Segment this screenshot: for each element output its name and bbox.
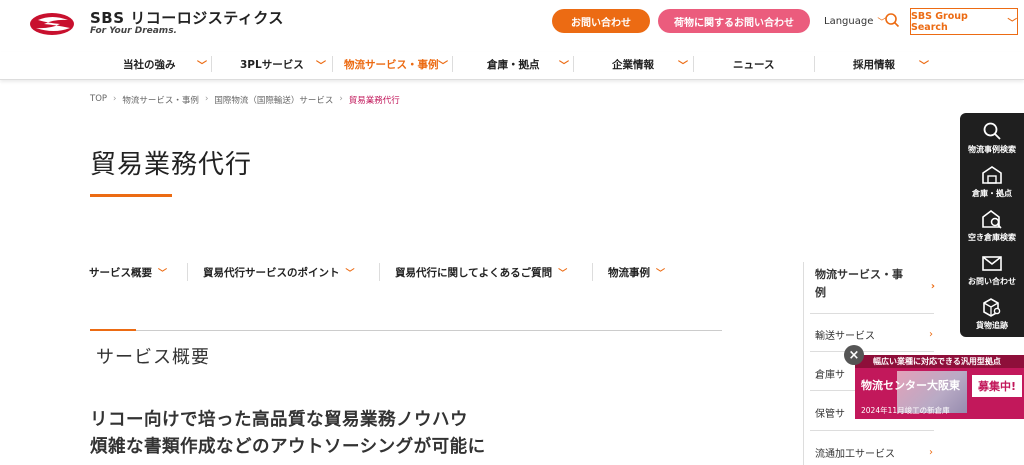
nav-item-careers[interactable]: 採用情報 ﹀ (853, 52, 929, 76)
nav-item-strengths[interactable]: 当社の強み ﹀ (123, 52, 207, 76)
nav-label: 採用情報 (853, 58, 895, 71)
chevron-down-icon: ﹀ (656, 269, 666, 279)
breadcrumb-intl[interactable]: 国際物流（国際輸送）サービス (214, 94, 333, 106)
lead-line-1: リコー向けで培った高品質な貿易業務ノウハウ (90, 410, 468, 430)
section-divider (90, 330, 722, 331)
chevron-down-icon: ﹀ (438, 61, 448, 72)
chevron-down-icon: ﹀ (559, 61, 569, 72)
banner-top-text: 幅広い業種に対応できる汎用型拠点 (855, 355, 1024, 368)
side-menu-label: 保管サ (815, 409, 845, 420)
side-menu-heading-line-2: 例 (815, 286, 826, 299)
nav-item-services[interactable]: 物流サービス・事例 ﹀ (344, 52, 448, 76)
tab-label: 物流事例 (608, 267, 650, 279)
group-search-label: SBS Group Search (911, 10, 968, 33)
chevron-down-icon: ﹀ (345, 269, 355, 279)
chevron-down-icon: ﹀ (197, 61, 207, 72)
title-underline (90, 194, 172, 197)
nav-item-company[interactable]: 企業情報 ﹀ (612, 52, 688, 76)
side-menu-item-transport[interactable]: 輸送サービス › (815, 327, 933, 342)
banner-badge: 募集中! (972, 375, 1022, 397)
chevron-right-icon: › (113, 94, 117, 104)
tab-label: 貿易代行サービスのポイント (203, 267, 340, 279)
side-menu-label: 輸送サービス (815, 331, 875, 342)
breadcrumb: TOP › 物流サービス・事例 › 国際物流（国際輸送）サービス › 貿易業務代… (90, 94, 400, 106)
banner-main-text: 物流センター大阪東 (861, 379, 960, 392)
language-selector[interactable]: Language ﹀ (824, 15, 886, 28)
chevron-right-icon: › (339, 94, 343, 104)
breadcrumb-current: 貿易業務代行 (348, 96, 400, 106)
side-menu-label: 倉庫サ (815, 370, 845, 381)
tab-label: 貿易代行に関してよくあるご質問 (395, 267, 553, 279)
chevron-down-icon: ﹀ (316, 61, 326, 72)
toolbar-contact[interactable]: お問い合わせ (960, 247, 1024, 291)
nav-label: 当社の強み (123, 58, 176, 71)
chevron-down-icon: ﹀ (919, 61, 929, 72)
tab-label: サービス概要 (89, 267, 152, 279)
close-icon[interactable]: × (844, 345, 864, 365)
group-search-button[interactable]: SBS Group Search ﹀ (910, 8, 1018, 35)
toolbar-case-search[interactable]: 物流事例検索 (960, 115, 1024, 159)
toolbar-label: お問い合わせ (968, 277, 1016, 286)
logo-mark-icon (30, 12, 74, 35)
chevron-right-icon: › (930, 281, 935, 292)
toolbar-label: 倉庫・拠点 (972, 189, 1012, 198)
cargo-inquiry-button[interactable]: 荷物に関するお問い合わせ (658, 9, 810, 33)
nav-item-3pl[interactable]: 3PLサービス ﹀ (240, 52, 326, 76)
section-title: サービス概要 (96, 347, 210, 368)
tab-overview[interactable]: サービス概要 ﹀ (89, 265, 167, 280)
site-logo[interactable]: SBS リコーロジスティクス For Your Dreams. (28, 10, 284, 37)
nav-label: 企業情報 (612, 58, 654, 71)
global-nav: 当社の強み ﹀ 3PLサービス ﹀ 物流サービス・事例 ﹀ 倉庫・拠点 ﹀ 企業… (0, 52, 1024, 80)
site-header: SBS リコーロジスティクス For Your Dreams. お問い合わせ 荷… (0, 0, 1024, 44)
nav-label: 倉庫・拠点 (487, 58, 540, 71)
page-title: 貿易業務代行 (90, 150, 253, 180)
toolbar-warehouses[interactable]: 倉庫・拠点 (960, 159, 1024, 203)
breadcrumb-services[interactable]: 物流サービス・事例 (122, 94, 199, 106)
side-menu-border (803, 262, 804, 465)
logo-name: SBS リコーロジスティクス (90, 9, 284, 27)
warehouse-search-icon (982, 210, 1002, 229)
warehouse-icon (982, 166, 1002, 184)
chevron-down-icon: ﹀ (1007, 17, 1017, 29)
tab-points[interactable]: 貿易代行サービスのポイント ﹀ (203, 265, 355, 280)
nav-label: 物流サービス・事例 (344, 58, 439, 71)
breadcrumb-top[interactable]: TOP (90, 94, 107, 106)
chevron-right-icon: › (929, 329, 933, 340)
side-menu-label: 流通加工サービス (815, 449, 895, 460)
lead-text: リコー向けで培った高品質な貿易業務ノウハウ 煩雑な書類作成などのアウトソーシング… (90, 407, 486, 461)
chevron-right-icon: › (204, 94, 209, 104)
nav-label: 3PLサービス (240, 58, 304, 71)
toolbar-label: 貨物追跡 (976, 321, 1008, 330)
lead-line-2: 煩雑な書類作成などのアウトソーシングが可能に (90, 437, 486, 457)
section-accent (90, 329, 136, 331)
nav-item-warehouses[interactable]: 倉庫・拠点 ﹀ (487, 52, 569, 76)
banner-sub-text: 2024年11月竣工の新倉庫 (861, 406, 950, 415)
chevron-down-icon: ﹀ (158, 269, 168, 279)
toolbar-vacancy-search[interactable]: 空き倉庫検索 (960, 203, 1024, 247)
mail-icon (982, 256, 1002, 271)
logo-tagline: For Your Dreams. (90, 26, 177, 36)
toolbar-tracking[interactable]: 貨物追跡 (960, 291, 1024, 335)
side-menu-heading[interactable]: 物流サービス・事 例 › (815, 266, 935, 302)
side-menu-heading-line-1: 物流サービス・事 (815, 268, 903, 281)
nav-item-news[interactable]: ニュース (733, 52, 774, 76)
chevron-right-icon: › (929, 447, 933, 458)
toolbar-label: 空き倉庫検索 (968, 233, 1016, 242)
tab-faq[interactable]: 貿易代行に関してよくあるご質問 ﹀ (395, 265, 567, 280)
chevron-down-icon: ﹀ (558, 269, 568, 279)
chevron-down-icon: ﹀ (678, 61, 688, 72)
floating-toolbar: 物流事例検索 倉庫・拠点 空き倉庫検索 お問い合わせ 貨物追跡 (960, 113, 1024, 337)
promo-banner[interactable]: 幅広い業種に対応できる汎用型拠点 物流センター大阪東 募集中! 2024年11月… (855, 355, 1024, 419)
package-search-icon (983, 298, 1001, 317)
tab-cases[interactable]: 物流事例 ﹀ (608, 265, 665, 280)
search-icon (983, 122, 1001, 140)
search-icon[interactable] (884, 12, 900, 28)
nav-label: ニュース (733, 58, 775, 71)
contact-button[interactable]: お問い合わせ (552, 9, 650, 33)
language-label: Language (824, 16, 874, 27)
toolbar-label: 物流事例検索 (968, 145, 1016, 154)
side-menu-item-processing[interactable]: 流通加工サービス › (815, 445, 933, 460)
